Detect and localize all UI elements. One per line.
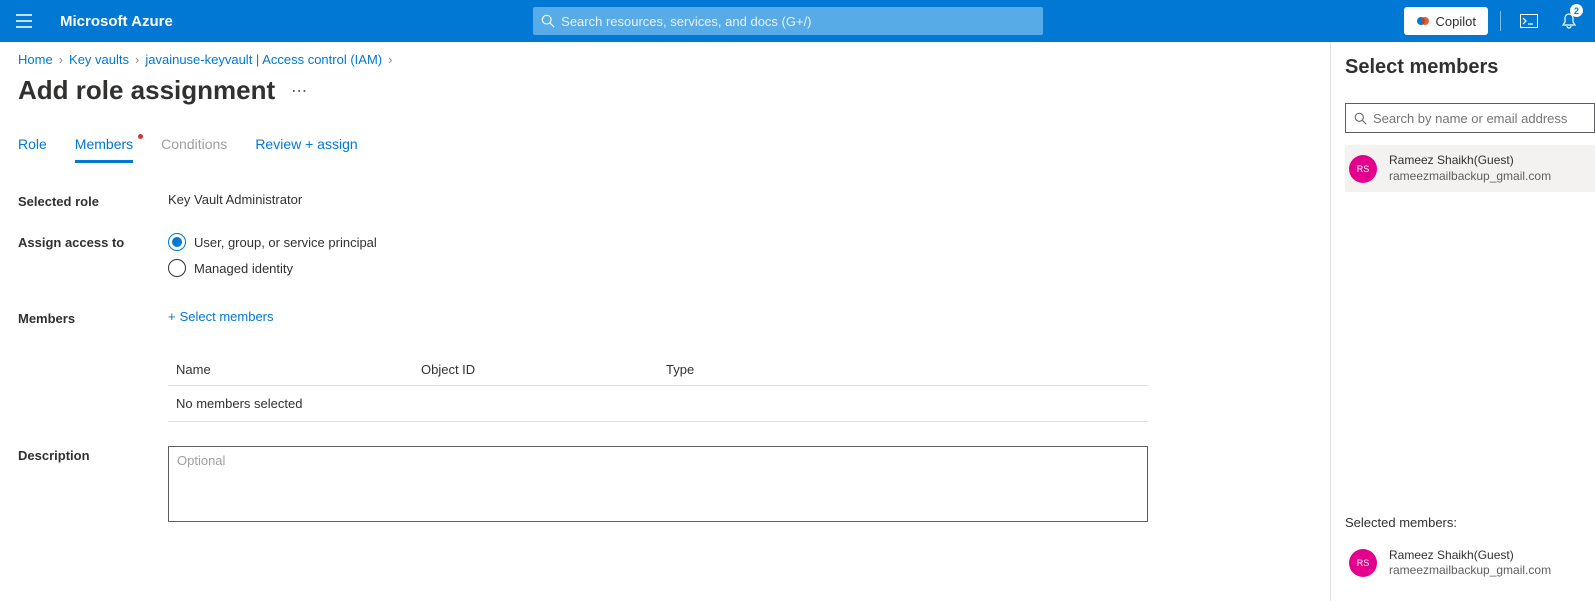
selected-role-label: Selected role	[18, 192, 168, 209]
more-actions[interactable]: ⋯	[291, 81, 307, 101]
breadcrumb-keyvaults[interactable]: Key vaults	[69, 52, 129, 67]
search-wrap	[533, 7, 1043, 35]
content: Home › Key vaults › javainuse-keyvault |…	[0, 42, 1595, 601]
assign-access-label: Assign access to	[18, 233, 168, 285]
radio-icon	[168, 259, 186, 277]
member-name: Rameez Shaikh(Guest)	[1389, 548, 1551, 564]
row-members: Members + Select members Name Object ID …	[18, 309, 1312, 422]
brand: Microsoft Azure	[48, 13, 173, 30]
tab-conditions: Conditions	[161, 136, 227, 163]
tab-role[interactable]: Role	[18, 136, 47, 163]
tab-members[interactable]: Members	[75, 136, 133, 163]
main: Home › Key vaults › javainuse-keyvault |…	[0, 42, 1330, 601]
cloud-shell-icon	[1520, 14, 1538, 28]
search-result-item[interactable]: RS Rameez Shaikh(Guest) rameezmailbackup…	[1345, 145, 1595, 192]
select-members-panel: Select members RS Rameez Shaikh(Guest) r…	[1330, 42, 1595, 601]
description-label: Description	[18, 446, 168, 525]
radio-managed-identity[interactable]: Managed identity	[168, 259, 1312, 277]
tab-review[interactable]: Review + assign	[255, 136, 357, 163]
cloud-shell-button[interactable]	[1513, 0, 1545, 42]
hamburger-menu[interactable]	[0, 0, 48, 42]
copilot-button[interactable]: Copilot	[1404, 7, 1488, 35]
page-title: Add role assignment	[18, 75, 275, 106]
chevron-right-icon: ›	[135, 52, 139, 67]
col-name: Name	[176, 362, 421, 377]
row-assign-access: Assign access to User, group, or service…	[18, 233, 1312, 285]
col-type: Type	[666, 362, 1140, 377]
member-name: Rameez Shaikh(Guest)	[1389, 153, 1551, 169]
selected-members-label: Selected members:	[1345, 515, 1595, 530]
hamburger-icon	[16, 14, 32, 28]
member-email: rameezmailbackup_gmail.com	[1389, 563, 1551, 579]
divider	[1500, 11, 1501, 31]
row-selected-role: Selected role Key Vault Administrator	[18, 192, 1312, 209]
row-description: Description	[18, 446, 1312, 525]
plus-icon: +	[168, 309, 176, 324]
topbar: Microsoft Azure Copilot 2	[0, 0, 1595, 42]
panel-search-input[interactable]	[1373, 111, 1586, 126]
copilot-icon	[1416, 14, 1430, 28]
breadcrumb: Home › Key vaults › javainuse-keyvault |…	[18, 52, 1312, 67]
search-icon	[541, 14, 555, 28]
panel-title: Select members	[1345, 56, 1595, 79]
notifications-button[interactable]: 2	[1553, 0, 1585, 42]
breadcrumb-home[interactable]: Home	[18, 52, 53, 67]
panel-spacer	[1345, 192, 1595, 505]
table-body: No members selected	[168, 386, 1148, 422]
avatar: RS	[1349, 549, 1377, 577]
table-empty: No members selected	[168, 386, 1148, 422]
selected-role-value: Key Vault Administrator	[168, 192, 1312, 209]
member-info: Rameez Shaikh(Guest) rameezmailbackup_gm…	[1389, 548, 1551, 579]
select-members-link[interactable]: + Select members	[168, 309, 274, 324]
global-search-input[interactable]	[561, 14, 1035, 29]
notification-badge: 2	[1570, 4, 1583, 17]
topbar-right: Copilot 2	[1404, 0, 1595, 42]
members-table: Name Object ID Type No members selected	[168, 354, 1148, 422]
radio-icon	[168, 233, 186, 251]
breadcrumb-iam[interactable]: javainuse-keyvault | Access control (IAM…	[145, 52, 382, 67]
tab-indicator-dot	[138, 134, 143, 139]
table-header: Name Object ID Type	[168, 354, 1148, 386]
description-input[interactable]	[168, 446, 1148, 522]
selected-member-item[interactable]: RS Rameez Shaikh(Guest) rameezmailbackup…	[1345, 540, 1595, 587]
chevron-right-icon: ›	[59, 52, 63, 67]
page-title-row: Add role assignment ⋯	[18, 75, 1312, 106]
member-info: Rameez Shaikh(Guest) rameezmailbackup_gm…	[1389, 153, 1551, 184]
global-search[interactable]	[533, 7, 1043, 35]
col-objectid: Object ID	[421, 362, 666, 377]
chevron-right-icon: ›	[388, 52, 392, 67]
member-email: rameezmailbackup_gmail.com	[1389, 169, 1551, 185]
avatar: RS	[1349, 155, 1377, 183]
panel-search[interactable]	[1345, 103, 1595, 133]
tabs: Role Members Conditions Review + assign	[18, 136, 1312, 164]
search-icon	[1354, 112, 1367, 125]
members-label: Members	[18, 309, 168, 422]
radio-user-group[interactable]: User, group, or service principal	[168, 233, 1312, 251]
